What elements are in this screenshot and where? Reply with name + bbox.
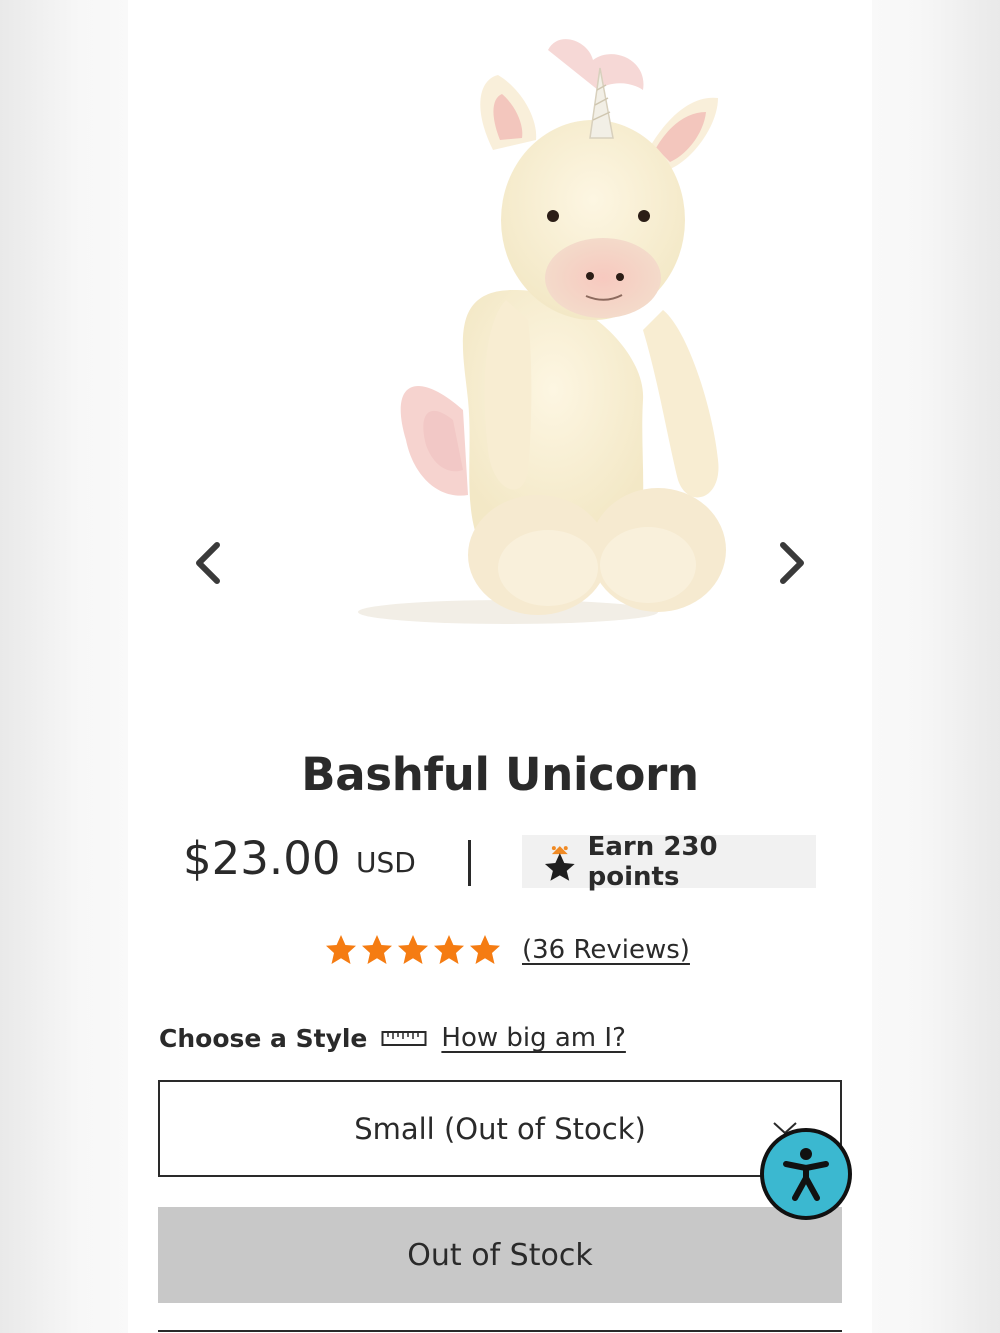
divider <box>158 1330 842 1332</box>
size-guide-link[interactable]: How big am I? <box>441 1023 625 1053</box>
product-image <box>358 39 726 624</box>
ruler-icon <box>381 1031 427 1046</box>
product-gallery <box>128 0 872 680</box>
accessibility-widget-button[interactable] <box>760 1128 852 1220</box>
price-divider <box>468 840 471 886</box>
star-rating <box>324 933 502 967</box>
star-icon <box>398 935 428 964</box>
style-label: Choose a Style <box>159 1023 368 1053</box>
price-amount: $23.00 <box>183 832 341 885</box>
style-select-value: Small (Out of Stock) <box>354 1111 646 1146</box>
style-picker-header: Choose a Style How big am I? <box>159 1018 626 1058</box>
star-icon <box>362 935 392 964</box>
star-icon <box>326 935 356 964</box>
star-rewards-icon <box>544 845 575 881</box>
rating-row: (36 Reviews) <box>324 928 690 972</box>
product-card: Bashful Unicorn $23.00 USD Earn 230 poin… <box>128 0 872 1333</box>
reviews-link[interactable]: (36 Reviews) <box>522 935 690 965</box>
price-row: $23.00 USD Earn 230 points <box>128 832 872 892</box>
out-of-stock-button[interactable]: Out of Stock <box>158 1207 842 1303</box>
gallery-next-button[interactable] <box>767 538 817 588</box>
price-currency: USD <box>356 846 416 879</box>
product-title: Bashful Unicorn <box>301 748 699 801</box>
rewards-points-badge[interactable]: Earn 230 points <box>522 832 816 892</box>
cta-label: Out of Stock <box>407 1237 593 1273</box>
chevron-right-icon <box>780 542 804 584</box>
gallery-prev-button[interactable] <box>183 538 233 588</box>
chevron-left-icon <box>196 542 220 584</box>
style-select-dropdown[interactable]: Small (Out of Stock) <box>158 1080 842 1177</box>
star-icon <box>434 935 464 964</box>
star-icon <box>470 935 500 964</box>
points-text: Earn 230 points <box>587 831 718 892</box>
accessibility-person-icon <box>783 1148 829 1201</box>
